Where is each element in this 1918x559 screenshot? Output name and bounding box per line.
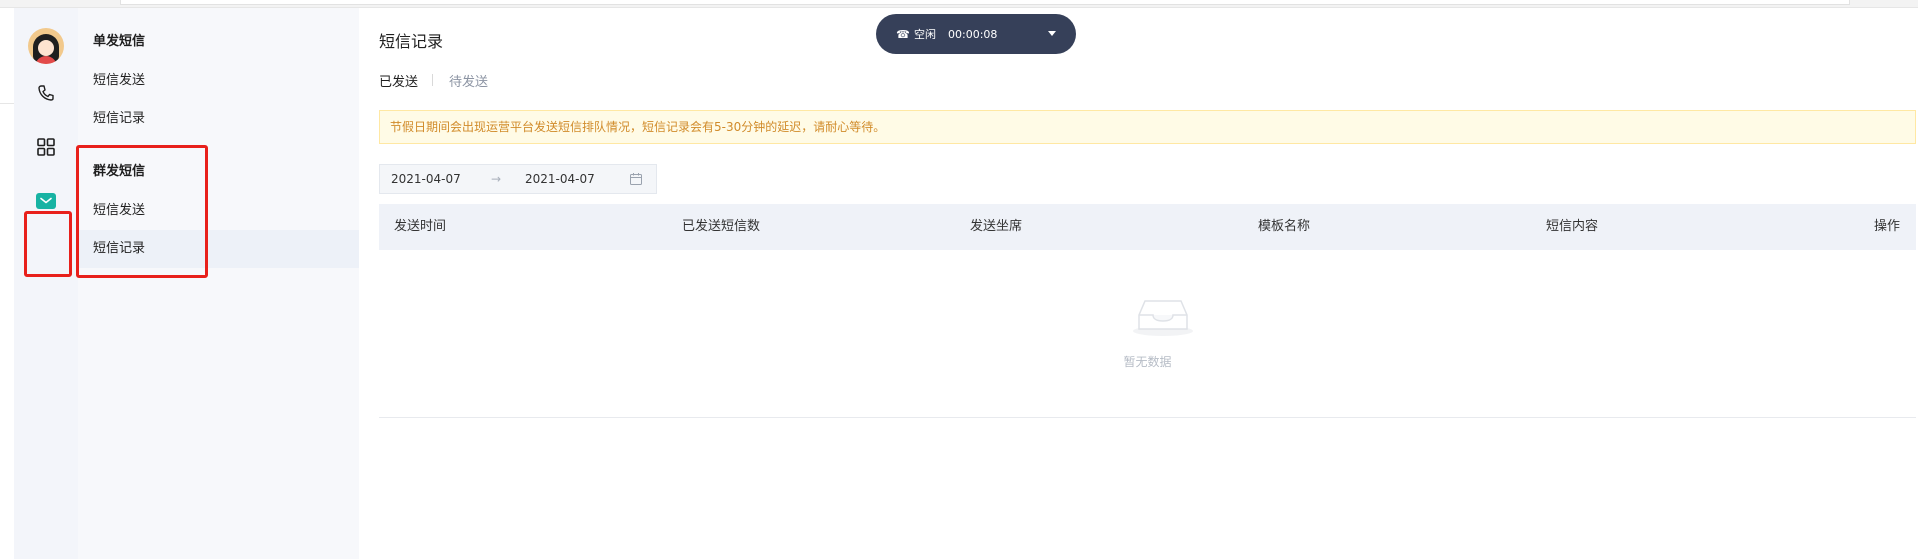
mail-envelope-glyph (40, 197, 52, 204)
column-actions: 操作 (1874, 219, 1901, 234)
range-arrow: → (491, 172, 502, 186)
address-bar-edge (120, 0, 1850, 5)
empty-text: 暂无数据 (1123, 355, 1172, 369)
avatar-face (38, 40, 54, 56)
holiday-delay-notice: 节假日期间会出现运营平台发送短信排队情况，短信记录会有5-30分钟的延迟，请耐心… (379, 110, 1916, 144)
call-timer: 00:00:08 (948, 27, 998, 41)
avatar[interactable] (28, 28, 64, 64)
chevron-down-icon[interactable] (1048, 31, 1056, 36)
icon-sidebar (14, 8, 78, 559)
menu-group-single-title: 单发短信 (93, 34, 146, 49)
sms-nav-button[interactable] (28, 183, 64, 219)
phone-icon (38, 85, 54, 101)
grid-icon (37, 138, 55, 156)
column-send-time: 发送时间 (394, 219, 447, 234)
tab-sent[interactable]: 已发送 (379, 71, 418, 90)
column-template-name: 模板名称 (1258, 219, 1311, 234)
browser-top-strip (0, 0, 1918, 8)
column-sms-content: 短信内容 (1546, 219, 1599, 234)
menu-group-bulk-title: 群发短信 (93, 164, 146, 179)
menu-item-bulk-send[interactable]: 短信发送 (78, 192, 359, 230)
call-status: 空闲 (914, 28, 936, 41)
table-header: 发送时间 已发送短信数 发送坐席 模板名称 短信内容 操作 (379, 204, 1916, 250)
tab-divider (432, 74, 434, 86)
page-title: 短信记录 (379, 32, 444, 51)
apps-nav-button[interactable] (28, 129, 64, 165)
left-gutter (0, 8, 14, 559)
menu-item-single-records[interactable]: 短信记录 (78, 100, 359, 138)
phone-nav-button[interactable] (28, 75, 64, 111)
call-status-bar[interactable]: ☎ 空闲 00:00:08 (876, 14, 1076, 54)
end-date[interactable]: 2021-04-07 (525, 172, 629, 186)
menu-item-single-send[interactable]: 短信发送 (78, 62, 359, 100)
date-range-picker[interactable]: 2021-04-07 → 2021-04-07 (379, 164, 657, 194)
gutter-divider (0, 82, 14, 104)
table-empty-state: 暂无数据 (379, 250, 1916, 418)
phone-status-icon: ☎ (896, 27, 910, 41)
column-sent-count: 已发送短信数 (682, 219, 761, 234)
column-agent: 发送坐席 (970, 219, 1023, 234)
status-tabs: 已发送 待发送 (379, 70, 488, 90)
sms-menu: 单发短信 短信发送 短信记录 群发短信 短信发送 短信记录 (78, 8, 359, 559)
start-date[interactable]: 2021-04-07 (391, 172, 491, 186)
mail-icon (36, 193, 56, 209)
calendar-icon[interactable] (629, 172, 643, 186)
main-content: 短信记录 已发送 待发送 节假日期间会出现运营平台发送短信排队情况，短信记录会有… (359, 8, 1918, 559)
menu-item-bulk-records[interactable]: 短信记录 (78, 230, 359, 268)
tab-pending[interactable]: 待发送 (449, 71, 488, 90)
inbox-empty-icon (1133, 300, 1193, 336)
